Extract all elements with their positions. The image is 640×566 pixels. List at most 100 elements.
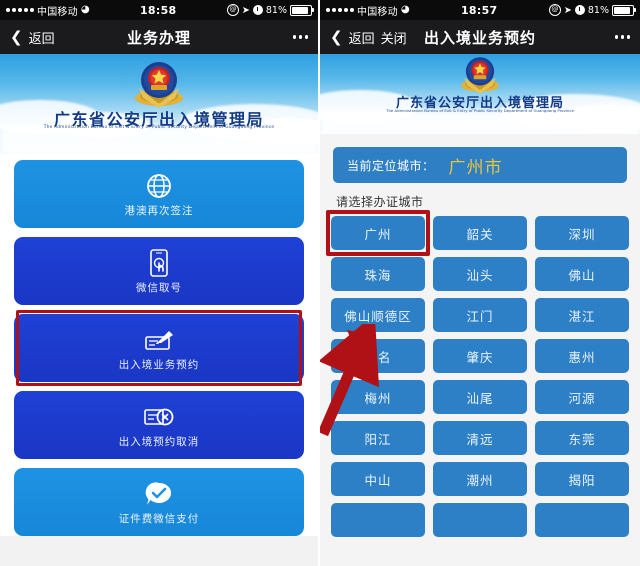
city-button-shaoguan[interactable]: 韶关 <box>433 216 527 250</box>
city-label: 惠州 <box>568 349 596 365</box>
location-arrow-icon: ➤ <box>563 4 572 16</box>
phone-tap-icon <box>148 248 170 278</box>
city-button-jieyang[interactable]: 揭阳 <box>535 462 629 496</box>
city-label: 肇庆 <box>466 349 494 365</box>
city-button-meizhou[interactable]: 梅州 <box>331 380 425 414</box>
dual-screenshot: 中国移动 ◕ 18:58 @ ➤ 81% ❮ 返回 业务办理 广东省公安厅出入境… <box>0 0 640 566</box>
close-button[interactable]: 关闭 <box>381 28 407 47</box>
chevron-left-icon[interactable]: ❮ <box>330 29 343 45</box>
menu-item-label: 港澳再次签注 <box>124 204 194 217</box>
city-label: 河源 <box>568 390 596 406</box>
location-label: 当前定位城市： <box>347 158 435 173</box>
status-time: 18:57 <box>460 3 498 17</box>
left-banner: 广东省公安厅出入境管理局 The Administration Bureau o… <box>0 54 318 154</box>
city-label: 阳江 <box>364 431 392 447</box>
city-label: 揭阳 <box>568 472 596 488</box>
city-button-extra-3[interactable] <box>535 503 629 537</box>
city-button-zhaoqing[interactable]: 肇庆 <box>433 339 527 373</box>
menu-item-hk-macau-reapply[interactable]: 港澳再次签注 <box>14 160 304 228</box>
menu-item-label: 微信取号 <box>136 281 182 294</box>
right-content: 广东省公安厅出入境管理局 The Administration Bureau o… <box>320 54 640 566</box>
right-phone-screen: 中国移动 ◕ 18:57 @ ➤ 81% ❮ 返回 关闭 出入境业务预约 广东省… <box>320 0 640 566</box>
city-label: 佛山顺德区 <box>344 308 412 324</box>
city-label: 清远 <box>466 431 494 447</box>
city-button-zhongshan[interactable]: 中山 <box>331 462 425 496</box>
wifi-icon: ◕ <box>400 4 410 15</box>
city-label: 湛江 <box>568 308 596 324</box>
back-button[interactable]: ❮ 返回 <box>10 28 55 47</box>
clock-icon <box>252 5 263 15</box>
city-button-heyuan[interactable]: 河源 <box>535 380 629 414</box>
alarm-icon: @ <box>548 4 561 16</box>
wifi-icon: ◕ <box>80 4 90 15</box>
left-phone-screen: 中国移动 ◕ 18:58 @ ➤ 81% ❮ 返回 业务办理 广东省公安厅出入境… <box>0 0 318 566</box>
city-button-shenzhen[interactable]: 深圳 <box>535 216 629 250</box>
signal-dots-icon <box>6 8 34 12</box>
globe-icon <box>146 171 172 201</box>
right-status-bar: 中国移动 ◕ 18:57 @ ➤ 81% <box>320 0 640 20</box>
status-right: @ ➤ 81% <box>548 4 636 16</box>
city-button-guangzhou[interactable]: 广州 <box>326 210 430 256</box>
menu-item-label: 出入境预约取消 <box>118 435 200 448</box>
battery-icon <box>612 4 636 16</box>
city-button-maoming[interactable]: 茂名 <box>331 339 425 373</box>
status-left: 中国移动 ◕ <box>326 3 410 18</box>
clock-icon <box>574 5 585 15</box>
alarm-icon: @ <box>226 4 239 16</box>
city-button-jiangmen[interactable]: 江门 <box>433 298 527 332</box>
city-button-dongguan[interactable]: 东莞 <box>535 421 629 455</box>
menu-item-wechat-payment[interactable]: 证件费微信支付 <box>14 468 304 536</box>
battery-icon <box>290 4 314 16</box>
carrier-label: 中国移动 <box>37 6 78 18</box>
city-grid: 广州 韶关 深圳 珠海 汕头 佛山 佛山顺德区 江门 湛江 茂名 肇庆 惠州 梅… <box>326 210 629 537</box>
menu-item-label: 证件费微信支付 <box>118 512 200 525</box>
city-label: 汕尾 <box>466 390 494 406</box>
current-location-bar: 当前定位城市： 广州市 <box>333 147 627 183</box>
city-button-shanwei[interactable]: 汕尾 <box>433 380 527 414</box>
carrier-label: 中国移动 <box>357 6 398 18</box>
service-menu-list: 港澳再次签注 微信取号 出入境业务预约 出入境预约取消 证件费微信支付 <box>0 154 318 536</box>
city-label: 中山 <box>364 472 392 488</box>
city-label: 汕头 <box>466 267 494 283</box>
city-label: 深圳 <box>568 226 596 242</box>
more-dots-icon[interactable] <box>614 35 630 39</box>
menu-item-exit-entry-appointment[interactable]: 出入境业务预约 <box>14 310 304 386</box>
city-button-extra-1[interactable] <box>331 503 425 537</box>
city-button-yangjiang[interactable]: 阳江 <box>331 421 425 455</box>
battery-percent-label: 81% <box>587 4 609 16</box>
city-button-zhuhai[interactable]: 珠海 <box>331 257 425 291</box>
city-label: 佛山 <box>568 267 596 283</box>
city-button-shantou[interactable]: 汕头 <box>433 257 527 291</box>
right-banner: 广东省公安厅出入境管理局 The Administration Bureau o… <box>320 54 640 134</box>
battery-percent-label: 81% <box>265 4 287 16</box>
status-time: 18:58 <box>139 3 177 17</box>
city-button-foshan[interactable]: 佛山 <box>535 257 629 291</box>
location-city-value: 广州市 <box>448 157 503 178</box>
card-cancel-icon <box>143 402 175 432</box>
city-label: 东莞 <box>568 431 596 447</box>
right-nav-bar: ❮ 返回 关闭 出入境业务预约 <box>320 20 640 54</box>
back-button[interactable]: 返回 <box>349 28 375 47</box>
menu-item-wechat-ticket[interactable]: 微信取号 <box>14 237 304 305</box>
city-label: 梅州 <box>364 390 392 406</box>
city-button-extra-2[interactable] <box>433 503 527 537</box>
status-left: 中国移动 ◕ <box>6 3 90 18</box>
more-dots-icon[interactable] <box>292 35 308 39</box>
police-emblem-icon <box>135 62 183 108</box>
city-label: 韶关 <box>466 226 494 242</box>
nav-left-group: ❮ 返回 关闭 <box>330 28 407 47</box>
city-label: 珠海 <box>364 267 392 283</box>
city-button-foshan-shunde[interactable]: 佛山顺德区 <box>331 298 425 332</box>
menu-item-label: 出入境业务预约 <box>118 358 200 371</box>
banner-subtitle: The Administration Bureau of Exit & Entr… <box>386 108 574 113</box>
city-button-zhanjiang[interactable]: 湛江 <box>535 298 629 332</box>
banner-subtitle: The Administration Bureau of Exit & Entr… <box>43 125 275 130</box>
left-status-bar: 中国移动 ◕ 18:58 @ ➤ 81% <box>0 0 318 20</box>
city-button-huizhou[interactable]: 惠州 <box>535 339 629 373</box>
city-label: 江门 <box>466 308 494 324</box>
city-button-qingyuan[interactable]: 清远 <box>433 421 527 455</box>
status-right: @ ➤ 81% <box>226 4 314 16</box>
menu-item-appointment-cancel[interactable]: 出入境预约取消 <box>14 391 304 459</box>
check-bubble-icon <box>145 479 173 509</box>
city-button-chaozhou[interactable]: 潮州 <box>433 462 527 496</box>
